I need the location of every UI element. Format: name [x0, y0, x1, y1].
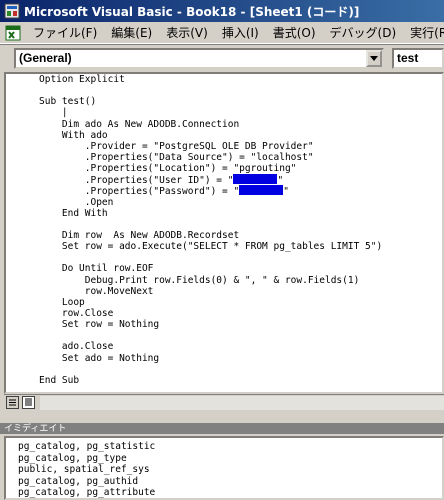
code-line-text: .Properties("Data Source") = "localhost" [39, 151, 314, 163]
code-line-text: Dim ado As New ADODB.Connection [39, 118, 240, 130]
excel-view-icon[interactable] [4, 24, 22, 42]
menu-format[interactable]: 書式(O) [266, 24, 323, 41]
code-line-text: row.MoveNext [39, 285, 154, 297]
immediate-line: pg_catalog, pg_authid [18, 475, 139, 487]
procedure-combo[interactable]: test [392, 48, 444, 69]
code-line-text: Debug.Print row.Fields(0) & ", " & row.F… [39, 274, 360, 286]
code-line[interactable]: Dim ado As New ADODB.Connection [39, 119, 439, 130]
code-line[interactable]: .Properties("Password") = " " [39, 185, 439, 198]
code-line[interactable]: With ado [39, 130, 439, 141]
menu-debug[interactable]: デバッグ(D) [323, 24, 404, 41]
code-line-text: With ado [39, 129, 108, 141]
menu-edit[interactable]: 編集(E) [104, 24, 159, 41]
code-line[interactable]: Debug.Print row.Fields(0) & ", " & row.F… [39, 275, 439, 286]
object-combo[interactable]: (General) [14, 48, 384, 69]
code-line-text: .Provider = "PostgreSQL OLE DB Provider" [39, 140, 314, 152]
code-line[interactable]: .Properties("User ID") = " " [39, 174, 439, 186]
code-line[interactable] [39, 330, 439, 341]
code-line[interactable]: .Provider = "PostgreSQL OLE DB Provider" [39, 141, 439, 152]
code-line-text: Do Until row.EOF [39, 263, 154, 275]
code-line[interactable]: row.MoveNext [39, 286, 439, 297]
code-line-text: Option Explicit [39, 74, 125, 85]
title-bar: Microsoft Visual Basic - Book18 - [Sheet… [0, 0, 444, 22]
combo-bar: (General) test [0, 44, 444, 71]
immediate-line: pg_catalog, pg_type [18, 452, 127, 464]
code-line[interactable]: Set row = Nothing [39, 319, 439, 330]
code-line[interactable] [39, 85, 439, 96]
code-line-text: Set row = Nothing [39, 319, 160, 331]
code-line[interactable]: .Open [39, 197, 439, 208]
code-line[interactable] [39, 252, 439, 263]
code-line[interactable]: | [39, 107, 439, 118]
window-title: Microsoft Visual Basic - Book18 - [Sheet… [24, 4, 360, 19]
menu-bar: ファイル(F) 編集(E) 表示(V) 挿入(I) 書式(O) デバッグ(D) … [0, 22, 444, 44]
object-combo-value: (General) [19, 51, 72, 65]
immediate-line: pg_catalog, pg_statistic [18, 441, 156, 452]
menu-run[interactable]: 実行(R) [403, 24, 444, 41]
code-line-text: Loop [39, 296, 85, 308]
immediate-output: pg_catalog, pg_statistic pg_catalog, pg_t… [18, 441, 156, 498]
code-line[interactable]: ado.Close [39, 341, 439, 352]
procedure-combo-value: test [397, 51, 419, 65]
code-line[interactable]: End With [39, 208, 439, 219]
code-text[interactable]: Option Explicit Sub test() | Dim ado As N… [39, 74, 439, 386]
code-line[interactable]: Loop [39, 297, 439, 308]
code-line[interactable]: Set row = ado.Execute("SELECT * FROM pg_… [39, 241, 439, 252]
code-line[interactable]: .Properties("Data Source") = "localhost" [39, 152, 439, 163]
code-line-text: .Open [39, 196, 114, 208]
code-line[interactable]: row.Close [39, 308, 439, 319]
code-line-text: .Properties("Location") = "pgrouting" [39, 163, 297, 175]
code-line-text: Dim row As New ADODB.Recordset [39, 229, 240, 241]
code-line[interactable]: End Sub [39, 375, 439, 386]
code-line-text: | [39, 107, 68, 119]
code-line-text: Set row = ado.Execute("SELECT * FROM pg_… [39, 241, 383, 253]
full-module-view-icon[interactable] [22, 396, 35, 409]
menu-insert[interactable]: 挿入(I) [215, 24, 266, 41]
procedure-view-icon[interactable] [6, 396, 19, 409]
code-line[interactable] [39, 219, 439, 230]
immediate-line: pg_catalog, pg_attribute [18, 487, 156, 498]
immediate-window-title: イミディエイト [0, 421, 444, 434]
menu-view[interactable]: 表示(V) [159, 24, 215, 41]
code-editor[interactable]: Option Explicit Sub test() | Dim ado As N… [4, 72, 444, 394]
horizontal-scrollbar[interactable] [40, 396, 444, 410]
immediate-line: public, spatial_ref_sys [18, 464, 150, 475]
immediate-window[interactable]: pg_catalog, pg_statistic pg_catalog, pg_t… [4, 436, 444, 500]
code-line[interactable]: Sub test() [39, 96, 439, 107]
code-line-text: row.Close [39, 307, 114, 319]
code-line[interactable] [39, 364, 439, 375]
code-line[interactable]: Set ado = Nothing [39, 353, 439, 364]
code-line[interactable]: .Properties("Location") = "pgrouting" [39, 163, 439, 174]
vba-app-icon[interactable] [4, 3, 20, 19]
code-line[interactable]: Option Explicit [39, 74, 439, 85]
code-line-text: End Sub [39, 374, 80, 386]
code-line-text: Set ado = Nothing [39, 352, 160, 364]
code-line-text: ado.Close [39, 341, 114, 353]
dropdown-arrow-icon[interactable] [366, 50, 382, 67]
redacted-value [233, 174, 278, 185]
redacted-value [239, 185, 284, 196]
code-line[interactable]: Dim row As New ADODB.Recordset [39, 230, 439, 241]
code-line-text: Sub test() [39, 96, 97, 108]
menu-file[interactable]: ファイル(F) [26, 24, 104, 41]
view-bar [4, 394, 444, 410]
closing-quote: " [283, 186, 289, 198]
code-line-text: End With [39, 207, 108, 219]
code-line[interactable]: Do Until row.EOF [39, 263, 439, 274]
